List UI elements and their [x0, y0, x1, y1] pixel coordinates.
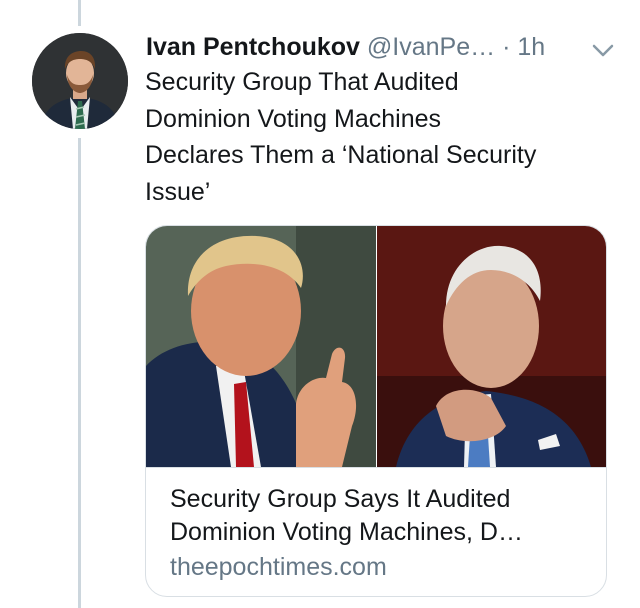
timestamp[interactable]: 1h: [517, 33, 545, 61]
card-title[interactable]: Security Group Says It Audited Dominion …: [170, 483, 590, 549]
card-title-line: Dominion Voting Machines, D…: [170, 518, 523, 546]
tweet-text-line: Dominion Voting Machines: [145, 104, 441, 133]
separator-dot: ·: [502, 33, 511, 61]
card-image: [146, 226, 606, 468]
tweet-text-line: Issue’: [145, 177, 211, 206]
tweet-header: Ivan Pentchoukov @IvanPe… · 1h: [146, 30, 616, 64]
display-name[interactable]: Ivan Pentchoukov: [146, 33, 360, 61]
card-title-line: Security Group Says It Audited: [170, 485, 511, 513]
tweet-text-line: Security Group That Audited: [145, 68, 459, 96]
link-preview-card[interactable]: Security Group Says It Audited Dominion …: [145, 225, 607, 597]
chevron-down-icon[interactable]: [590, 36, 616, 58]
card-domain[interactable]: theepochtimes.com: [170, 551, 387, 584]
tweet-text: Security Group That Audited Dominion Vot…: [145, 64, 615, 210]
tweet-text-line: Declares Them a ‘National Security: [145, 141, 537, 169]
user-handle[interactable]: @IvanPe…: [367, 33, 495, 61]
thread-line-bottom: [78, 138, 81, 608]
avatar-photo: [32, 33, 128, 129]
thread-line-top: [78, 0, 81, 26]
avatar[interactable]: [32, 33, 128, 129]
